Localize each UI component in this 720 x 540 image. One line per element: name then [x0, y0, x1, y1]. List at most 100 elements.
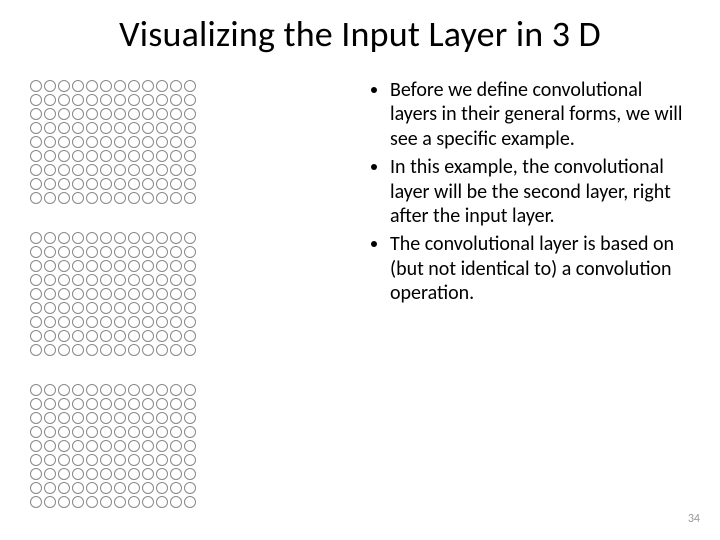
- grid-dot: [44, 246, 56, 258]
- grid-dot: [72, 274, 84, 286]
- grid-dot: [58, 232, 70, 244]
- grid-dot: [86, 80, 98, 92]
- grid-dot: [44, 260, 56, 272]
- grid-dot: [58, 80, 70, 92]
- grid-dot: [100, 80, 112, 92]
- grid-dot: [142, 496, 154, 508]
- grid-dot: [30, 80, 42, 92]
- grid-dot: [58, 426, 70, 438]
- grid-dot: [128, 246, 140, 258]
- grid-dot: [100, 316, 112, 328]
- grid-dot: [86, 108, 98, 120]
- grid-dot: [142, 316, 154, 328]
- grid-dot: [30, 398, 42, 410]
- page-number: 34: [688, 512, 700, 526]
- grid-dot: [128, 94, 140, 106]
- grid-dot: [72, 454, 84, 466]
- grid-dot: [30, 122, 42, 134]
- grid-dot: [100, 344, 112, 356]
- grid-dot: [128, 164, 140, 176]
- grid-dot: [30, 136, 42, 148]
- grid-dot: [114, 136, 126, 148]
- grid-dot: [142, 232, 154, 244]
- grid-dot: [72, 150, 84, 162]
- grid-dot: [44, 398, 56, 410]
- grid-dot: [58, 330, 70, 342]
- grid-dot: [30, 94, 42, 106]
- grid-dot: [58, 398, 70, 410]
- grid-dot: [142, 440, 154, 452]
- grid-dot: [114, 288, 126, 300]
- grid-dot: [114, 302, 126, 314]
- grid-dot: [156, 260, 168, 272]
- grid-dot: [184, 80, 196, 92]
- grid-dot: [128, 288, 140, 300]
- grid-dot: [184, 384, 196, 396]
- grid-dot: [58, 274, 70, 286]
- grid-dot: [170, 108, 182, 120]
- slide: Visualizing the Input Layer in 3 D Befor…: [0, 0, 720, 540]
- grid-dot: [184, 164, 196, 176]
- grid-dot: [114, 94, 126, 106]
- grid-dot: [156, 398, 168, 410]
- grid-dot: [142, 80, 154, 92]
- grid-dot: [156, 288, 168, 300]
- slide-title: Visualizing the Input Layer in 3 D: [0, 12, 720, 56]
- grid-dot: [44, 496, 56, 508]
- grid-dot: [170, 426, 182, 438]
- grid-dot: [72, 164, 84, 176]
- grid-dot: [86, 122, 98, 134]
- grid-dot: [128, 454, 140, 466]
- grid-dot: [44, 468, 56, 480]
- grid-dot: [86, 398, 98, 410]
- grid-dot: [114, 330, 126, 342]
- grid-dot: [58, 108, 70, 120]
- grid-dot: [86, 330, 98, 342]
- grid-dot: [156, 454, 168, 466]
- grid-dot: [100, 496, 112, 508]
- grid-dot: [170, 178, 182, 190]
- grid-dot: [142, 246, 154, 258]
- grid-dot: [30, 482, 42, 494]
- grid-dot: [114, 80, 126, 92]
- grid-dot: [170, 274, 182, 286]
- grid-dot: [170, 260, 182, 272]
- grid-dot: [114, 454, 126, 466]
- grid-dot: [100, 384, 112, 396]
- grid-dot: [86, 384, 98, 396]
- grid-dot: [58, 412, 70, 424]
- grid-dot: [114, 344, 126, 356]
- grid-dot: [86, 136, 98, 148]
- grid-dot: [156, 274, 168, 286]
- grid-dot: [170, 468, 182, 480]
- grid-dot: [156, 164, 168, 176]
- grid-dot: [86, 288, 98, 300]
- grid-dot: [86, 482, 98, 494]
- grid-dot: [72, 398, 84, 410]
- grid-dot: [100, 246, 112, 258]
- grid-dot: [100, 412, 112, 424]
- grid-dot: [44, 344, 56, 356]
- grid-dot: [184, 288, 196, 300]
- grid-dot: [156, 178, 168, 190]
- grid-dot: [170, 232, 182, 244]
- grid-dot: [142, 302, 154, 314]
- grid-dot: [72, 468, 84, 480]
- grid-dot: [170, 302, 182, 314]
- grid-dot: [86, 178, 98, 190]
- grid-dot: [72, 330, 84, 342]
- grid-dot: [184, 330, 196, 342]
- grid-dot: [72, 178, 84, 190]
- grid-dot: [156, 94, 168, 106]
- grid-dot: [30, 108, 42, 120]
- grid-dot: [156, 192, 168, 204]
- bullet-item: The convolutional layer is based on (but…: [390, 232, 690, 305]
- grid-dot: [44, 330, 56, 342]
- grid-dot: [142, 136, 154, 148]
- grid-dot: [170, 246, 182, 258]
- grid-dot: [184, 94, 196, 106]
- grid-dot: [142, 482, 154, 494]
- grid-dot: [128, 108, 140, 120]
- grid-dot: [170, 482, 182, 494]
- grid-dot: [128, 412, 140, 424]
